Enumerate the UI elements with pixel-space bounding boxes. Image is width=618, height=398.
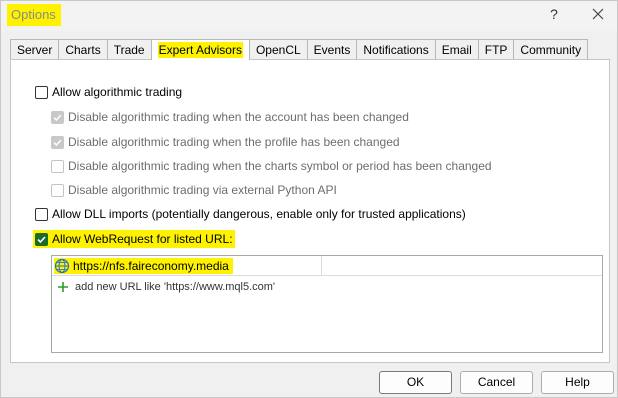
tab-label: Server	[17, 43, 53, 57]
tab-label: Trade	[113, 43, 145, 57]
check-icon	[37, 235, 46, 243]
allow-webrequest-label: Allow WebRequest for listed URL:	[52, 232, 233, 246]
url-entry[interactable]: https://nfs.faireconomy.media	[54, 258, 233, 274]
tab-label: Email	[441, 43, 472, 57]
tab-trade[interactable]: Trade	[106, 39, 152, 59]
url-list-row[interactable]: https://nfs.faireconomy.media	[52, 256, 602, 276]
tab-events[interactable]: Events	[306, 39, 358, 59]
allow-dll-imports-checkbox[interactable]	[35, 207, 48, 221]
disable-symbol-change-label: Disable algorithmic trading when the cha…	[68, 159, 492, 173]
tab-opencl[interactable]: OpenCL	[248, 39, 308, 59]
disable-python-api-label: Disable algorithmic trading via external…	[68, 183, 337, 197]
tab-label: Expert Advisors	[157, 42, 243, 58]
tab-label: Notifications	[363, 43, 429, 57]
tab-label: Community	[520, 43, 582, 57]
tab-server[interactable]: Server	[10, 39, 60, 59]
check-icon	[53, 113, 62, 121]
title-bar: Options ?	[1, 1, 617, 31]
url-list[interactable]: https://nfs.faireconomy.media add new UR…	[51, 255, 603, 353]
options-dialog: Options ? Server Charts Trade Expert Adv…	[0, 0, 618, 398]
globe-icon	[54, 258, 70, 274]
tab-ftp[interactable]: FTP	[477, 39, 515, 59]
disable-python-api-option: Disable algorithmic trading via external…	[51, 181, 337, 199]
allow-dll-imports-label: Allow DLL imports (potentially dangerous…	[52, 207, 466, 221]
ok-button[interactable]: OK	[379, 371, 452, 394]
tab-email[interactable]: Email	[434, 39, 479, 59]
allow-webrequest-checkbox[interactable]	[35, 232, 48, 246]
allow-dll-imports-option[interactable]: Allow DLL imports (potentially dangerous…	[35, 205, 466, 223]
add-url-row[interactable]: add new URL like 'https://www.mql5.com'	[56, 278, 275, 296]
allow-algo-trading-option[interactable]: Allow algorithmic trading	[35, 83, 182, 101]
column-divider	[321, 256, 322, 276]
tab-expert-advisors[interactable]: Expert Advisors	[150, 39, 250, 60]
disable-account-change-label: Disable algorithmic trading when the acc…	[68, 110, 409, 124]
disable-symbol-change-checkbox	[51, 159, 64, 173]
tab-label: Events	[313, 43, 351, 57]
allow-algo-trading-checkbox[interactable]	[35, 85, 48, 99]
tab-charts[interactable]: Charts	[58, 39, 108, 59]
disable-account-change-checkbox	[51, 110, 64, 124]
tab-label: FTP	[484, 43, 508, 57]
disable-python-api-checkbox	[51, 183, 64, 197]
disable-profile-change-label: Disable algorithmic trading when the pro…	[68, 135, 400, 149]
close-button[interactable]	[589, 5, 607, 23]
add-url-hint: add new URL like 'https://www.mql5.com'	[75, 281, 276, 293]
cancel-button[interactable]: Cancel	[460, 371, 533, 394]
allow-webrequest-option[interactable]: Allow WebRequest for listed URL:	[33, 230, 235, 248]
tab-label: Charts	[65, 43, 101, 57]
disable-profile-change-checkbox	[51, 135, 64, 149]
help-title-button[interactable]: ?	[545, 6, 563, 24]
close-icon	[592, 8, 604, 20]
tab-bar: Server Charts Trade Expert Advisors Open…	[10, 39, 589, 60]
url-text: https://nfs.faireconomy.media	[73, 259, 229, 273]
disable-symbol-change-option: Disable algorithmic trading when the cha…	[51, 157, 492, 175]
window-title: Options	[7, 4, 61, 26]
allow-algo-trading-label: Allow algorithmic trading	[52, 85, 183, 99]
tab-community[interactable]: Community	[513, 39, 589, 59]
help-button[interactable]: Help	[541, 371, 614, 394]
plus-icon	[58, 282, 68, 292]
tab-label: OpenCL	[255, 43, 301, 57]
expert-advisors-panel: Allow algorithmic trading Disable algori…	[10, 59, 610, 363]
disable-profile-change-option: Disable algorithmic trading when the pro…	[51, 133, 400, 151]
tab-notifications[interactable]: Notifications	[356, 39, 436, 59]
check-icon	[53, 138, 62, 146]
disable-account-change-option: Disable algorithmic trading when the acc…	[51, 108, 409, 126]
